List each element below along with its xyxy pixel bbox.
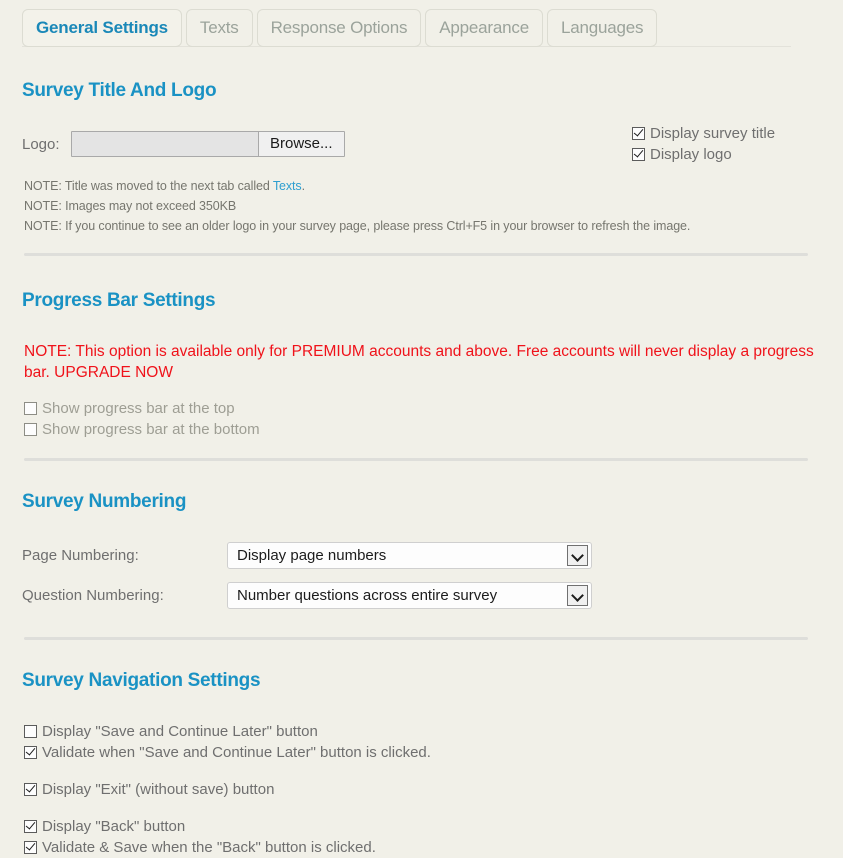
tab-general-settings[interactable]: General Settings <box>22 9 182 47</box>
premium-upgrade-warning: NOTE: This option is available only for … <box>24 343 814 381</box>
survey-numbering-section: Survey Numbering Page Numbering: Display … <box>0 491 843 612</box>
note-title-moved-suffix: . <box>301 179 305 193</box>
progress-bar-checkbox-group: Show progress bar at the top Show progre… <box>24 398 843 440</box>
tab-response-options[interactable]: Response Options <box>256 9 422 47</box>
note-image-size-limit: NOTE: Images may not exceed 350KB <box>24 199 237 213</box>
logo-upload-row: Logo: Browse... Display survey title Dis… <box>22 125 843 163</box>
question-numbering-selected-value: Number questions across entire survey <box>237 587 498 605</box>
divider-after-title-logo <box>24 253 808 256</box>
logo-field-label: Logo: <box>22 135 60 153</box>
page-numbering-select[interactable]: Display page numbers <box>227 542 592 570</box>
page-numbering-selected-value: Display page numbers <box>237 547 387 565</box>
checkbox-validate-save-continue[interactable] <box>24 746 37 759</box>
logo-file-path-text[interactable] <box>72 132 258 156</box>
question-numbering-select[interactable]: Number questions across entire survey <box>227 582 592 610</box>
divider-after-progress-bar <box>24 458 808 461</box>
checkbox-label-display-back: Display "Back" button <box>42 818 186 835</box>
texts-tab-link[interactable]: Texts <box>273 179 302 193</box>
chevron-down-icon[interactable] <box>567 585 588 607</box>
checkbox-row-validate-save-continue[interactable]: Validate when "Save and Continue Later" … <box>24 742 843 763</box>
note-title-moved: NOTE: Title was moved to the next tab ca… <box>24 176 843 196</box>
page-numbering-label: Page Numbering: <box>22 547 139 565</box>
checkbox-label-display-save-continue: Display "Save and Continue Later" button <box>42 723 318 740</box>
section-heading-progress-bar-settings: Progress Bar Settings <box>22 290 216 311</box>
checkbox-label-progress-bar-top: Show progress bar at the top <box>42 400 235 417</box>
checkbox-row-display-survey-title[interactable]: Display survey title <box>632 123 843 144</box>
checkbox-display-exit[interactable] <box>24 783 37 796</box>
checkbox-display-back[interactable] <box>24 820 37 833</box>
tab-appearance[interactable]: Appearance <box>425 9 543 47</box>
question-numbering-row: Question Numbering: Number questions acro… <box>22 579 843 612</box>
tab-languages[interactable]: Languages <box>546 9 658 47</box>
checkbox-display-logo[interactable] <box>632 148 645 161</box>
survey-navigation-settings-section: Survey Navigation Settings Display "Save… <box>0 670 843 858</box>
logo-notes: NOTE: Title was moved to the next tab ca… <box>0 176 843 236</box>
checkbox-row-validate-save-back[interactable]: Validate & Save when the "Back" button i… <box>24 837 843 858</box>
checkbox-label-display-exit: Display "Exit" (without save) button <box>42 781 275 798</box>
divider-after-survey-numbering <box>24 637 808 640</box>
checkbox-row-progress-bar-top[interactable]: Show progress bar at the top <box>24 398 843 419</box>
browse-button[interactable]: Browse... <box>258 132 344 156</box>
checkbox-row-display-logo[interactable]: Display logo <box>632 144 843 165</box>
progress-bar-settings-section: Progress Bar Settings NOTE: This option … <box>0 290 843 440</box>
checkbox-label-validate-save-continue: Validate when "Save and Continue Later" … <box>42 744 431 761</box>
checkbox-row-display-save-continue[interactable]: Display "Save and Continue Later" button <box>24 721 843 742</box>
checkbox-label-validate-save-back: Validate & Save when the "Back" button i… <box>42 839 376 856</box>
logo-display-options: Display survey title Display logo <box>632 123 843 165</box>
checkbox-label-progress-bar-bottom: Show progress bar at the bottom <box>42 421 260 438</box>
navigation-checkbox-group-save-continue: Display "Save and Continue Later" button… <box>24 721 843 763</box>
note-title-moved-prefix: NOTE: Title was moved to the next tab ca… <box>24 179 273 193</box>
checkbox-progress-bar-top[interactable] <box>24 402 37 415</box>
checkbox-progress-bar-bottom[interactable] <box>24 423 37 436</box>
checkbox-display-survey-title[interactable] <box>632 127 645 140</box>
checkbox-row-progress-bar-bottom[interactable]: Show progress bar at the bottom <box>24 419 843 440</box>
checkbox-row-display-back[interactable]: Display "Back" button <box>24 816 843 837</box>
question-numbering-label: Question Numbering: <box>22 587 164 605</box>
checkbox-validate-save-back[interactable] <box>24 841 37 854</box>
navigation-checkbox-group-exit: Display "Exit" (without save) button <box>24 779 843 800</box>
navigation-checkbox-group-back: Display "Back" button Validate & Save wh… <box>24 816 843 858</box>
survey-title-and-logo-section: Survey Title And Logo Logo: Browse... Di… <box>0 80 843 236</box>
checkbox-label-display-survey-title: Display survey title <box>650 125 776 142</box>
section-heading-survey-numbering: Survey Numbering <box>22 491 187 512</box>
note-refresh-cache: NOTE: If you continue to see an older lo… <box>24 219 691 233</box>
checkbox-label-display-logo: Display logo <box>650 146 732 163</box>
section-heading-survey-title-and-logo: Survey Title And Logo <box>22 80 217 101</box>
section-heading-survey-navigation-settings: Survey Navigation Settings <box>22 670 261 691</box>
checkbox-row-display-exit[interactable]: Display "Exit" (without save) button <box>24 779 843 800</box>
logo-file-input[interactable]: Browse... <box>71 131 345 157</box>
tab-texts[interactable]: Texts <box>185 9 253 47</box>
chevron-down-icon[interactable] <box>567 545 588 567</box>
checkbox-display-save-continue[interactable] <box>24 725 37 738</box>
settings-tab-bar: General Settings Texts Response Options App… <box>0 0 843 47</box>
page-numbering-row: Page Numbering: Display page numbers <box>22 539 843 572</box>
